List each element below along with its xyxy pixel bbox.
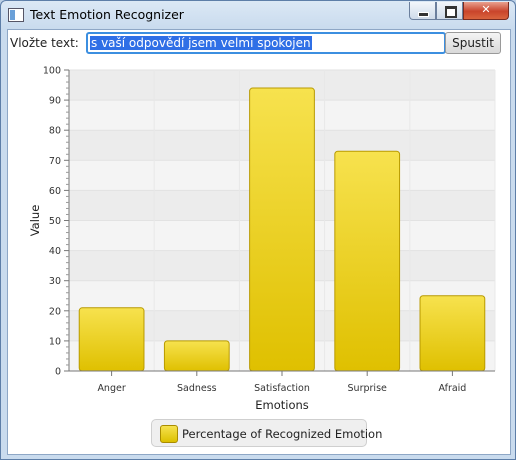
text-input-value: s vaší odpovědí jsem velmi spokojen bbox=[90, 36, 312, 50]
x-tick-label: Sadness bbox=[177, 383, 217, 394]
y-tick-label: 20 bbox=[49, 306, 61, 317]
x-tick-label: Anger bbox=[97, 383, 125, 394]
y-tick-label: 40 bbox=[49, 246, 61, 257]
run-button[interactable]: Spustit bbox=[445, 32, 501, 54]
y-tick-label: 0 bbox=[55, 367, 61, 378]
app-icon bbox=[8, 8, 24, 22]
bar-sadness bbox=[163, 340, 230, 372]
bar-satisfaction bbox=[249, 87, 315, 372]
app-window: Text Emotion Recognizer ✕ Vložte text: s… bbox=[0, 0, 516, 460]
x-axis-label: Emotions bbox=[255, 398, 309, 412]
y-tick-label: 80 bbox=[49, 126, 61, 137]
bar-anger bbox=[78, 307, 145, 372]
y-tick-label: 10 bbox=[49, 336, 61, 347]
window-title: Text Emotion Recognizer bbox=[30, 7, 184, 22]
bar-chart: 0 10 20 30 40 50 60 70 80 90 100 Anger Sadness Satisf… bbox=[28, 66, 496, 412]
main-panel: Vložte text: s vaší odpovědí jsem velmi … bbox=[7, 29, 511, 455]
text-input-label: Vložte text: bbox=[10, 36, 79, 50]
bar-surprise bbox=[334, 150, 401, 372]
x-tick-label: Satisfaction bbox=[254, 383, 310, 394]
x-tick-label: Afraid bbox=[438, 383, 466, 394]
y-tick-label: 50 bbox=[49, 216, 61, 227]
y-tick-label: 100 bbox=[43, 66, 61, 77]
y-tick-label: 90 bbox=[49, 96, 61, 107]
legend-swatch bbox=[160, 425, 178, 443]
x-tick-label: Surprise bbox=[348, 383, 387, 394]
legend-label: Percentage of Recognized Emotion bbox=[182, 427, 383, 441]
y-tick-label: 30 bbox=[49, 276, 61, 287]
minimize-button[interactable] bbox=[409, 2, 436, 20]
maximize-button[interactable] bbox=[436, 2, 463, 20]
text-input[interactable]: s vaší odpovědí jsem velmi spokojen bbox=[86, 32, 446, 54]
y-tick-label: 70 bbox=[49, 156, 61, 167]
close-button[interactable]: ✕ bbox=[463, 2, 509, 20]
chart-legend: Percentage of Recognized Emotion bbox=[151, 419, 382, 447]
close-icon: ✕ bbox=[481, 3, 491, 16]
y-tick-label: 60 bbox=[49, 186, 61, 197]
bar-afraid bbox=[419, 295, 486, 372]
title-bar[interactable]: Text Emotion Recognizer ✕ bbox=[1, 1, 515, 29]
y-axis-label: Value bbox=[28, 205, 42, 237]
